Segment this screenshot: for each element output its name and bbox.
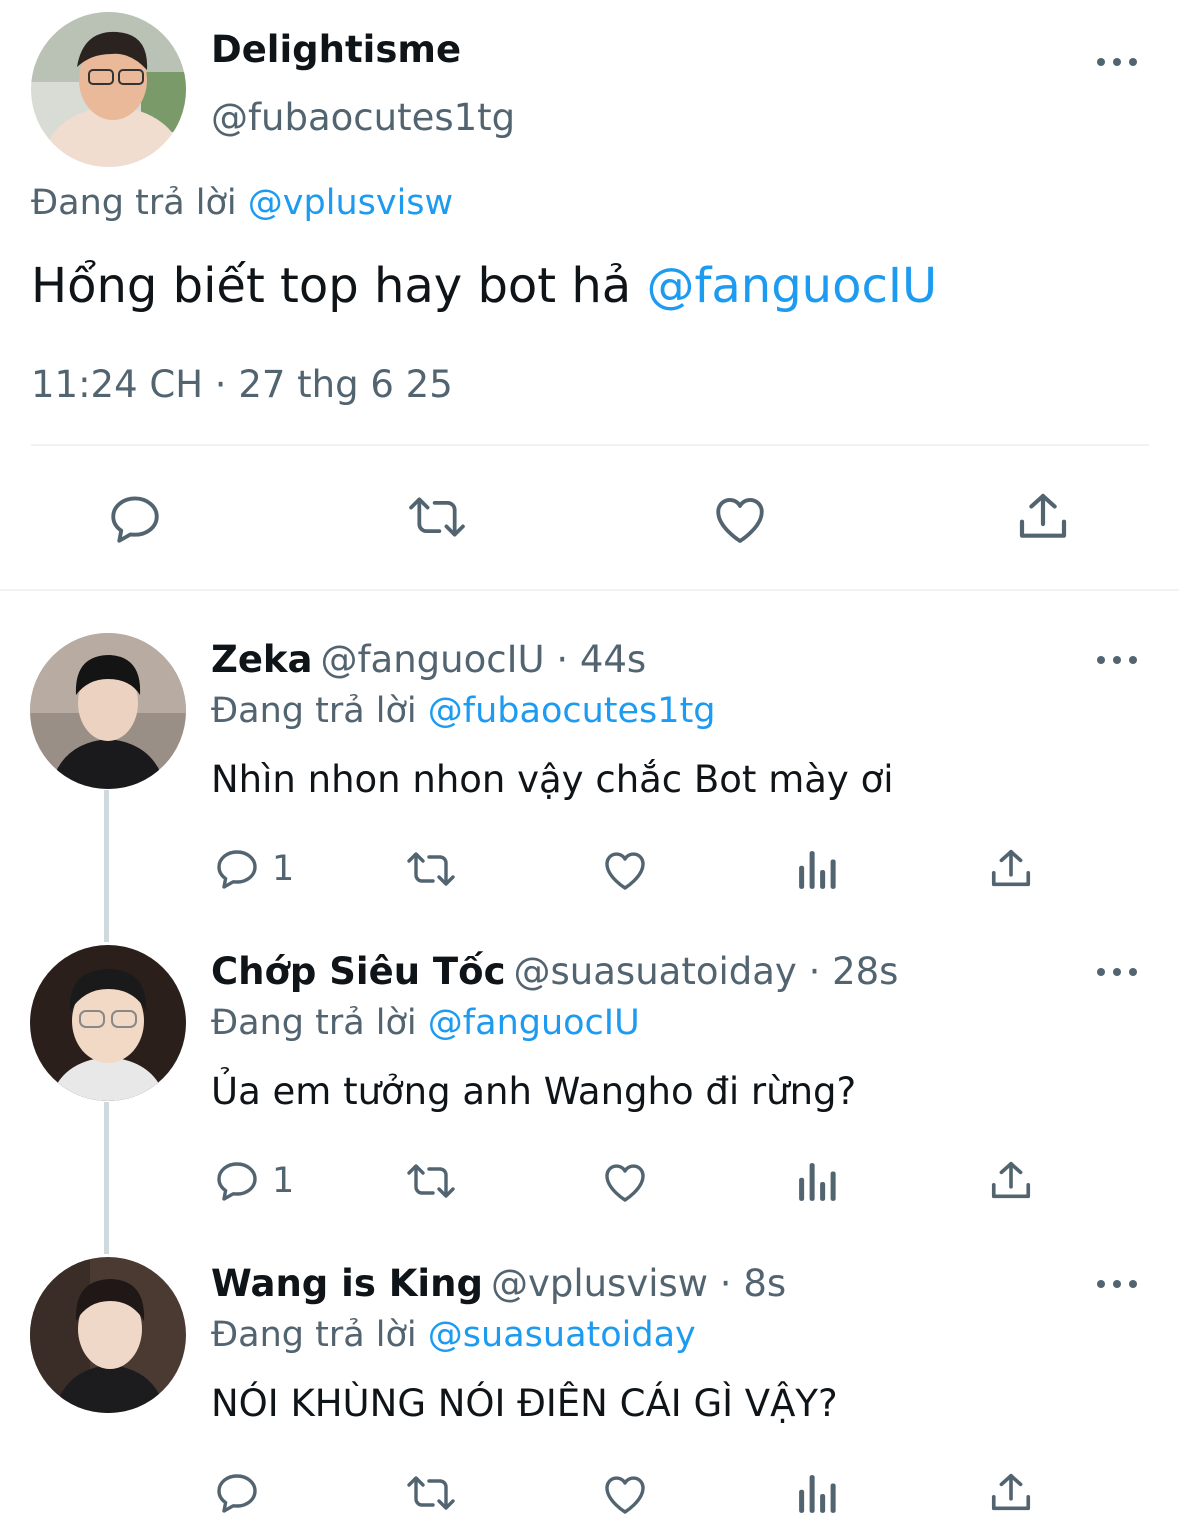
replying-prefix: Đang trả lời: [211, 1315, 417, 1355]
replying-to-link[interactable]: @suasuatoiday: [428, 1315, 696, 1355]
like-icon[interactable]: [601, 1158, 649, 1204]
retweet-icon[interactable]: [403, 1157, 459, 1205]
replying-to: Đang trả lời @fanguocIU: [211, 1003, 640, 1043]
reply-text: NÓI KHÙNG NÓI ĐIÊN CÁI GÌ VẬY?: [211, 1382, 838, 1425]
avatar[interactable]: [30, 633, 186, 789]
replying-prefix: Đang trả lời: [211, 1003, 417, 1043]
avatar[interactable]: [30, 945, 186, 1101]
retweet-icon[interactable]: [403, 1469, 459, 1517]
author-handle-time[interactable]: @vplusvisw · 8s: [491, 1262, 786, 1305]
more-icon[interactable]: [1097, 654, 1137, 666]
retweet-icon[interactable]: [403, 845, 459, 893]
replying-to-link[interactable]: @fanguocIU: [428, 1003, 640, 1043]
replying-to: Đang trả lời @fubaocutes1tg: [211, 691, 716, 731]
avatar[interactable]: [30, 1257, 186, 1413]
replying-to: Đang trả lời @vplusvisw: [31, 183, 453, 223]
replying-prefix: Đang trả lời: [31, 183, 237, 223]
like-icon[interactable]: [711, 490, 769, 546]
reply-icon[interactable]: [213, 845, 261, 893]
avatar[interactable]: [31, 12, 186, 167]
tweet-text-body: Hổng biết top hay bot hả: [31, 258, 632, 314]
retweet-icon[interactable]: [404, 488, 470, 546]
share-icon[interactable]: [988, 1157, 1034, 1205]
share-icon[interactable]: [988, 845, 1034, 893]
reply-text: Ủa em tưởng anh Wangho đi rừng?: [211, 1070, 857, 1113]
more-icon[interactable]: [1097, 1278, 1137, 1290]
replying-prefix: Đang trả lời: [211, 691, 417, 731]
replying-to-link[interactable]: @fubaocutes1tg: [428, 691, 716, 731]
reply-count: 1: [272, 1161, 295, 1201]
mention-link[interactable]: @fanguocIU: [646, 258, 937, 314]
reply-header: Wang is King @vplusvisw · 8s: [211, 1262, 786, 1305]
author-handle-time[interactable]: @fanguocIU · 44s: [321, 638, 647, 681]
reply-icon[interactable]: [106, 490, 164, 548]
more-icon[interactable]: [1097, 966, 1137, 978]
author-handle-time[interactable]: @suasuatoiday · 28s: [514, 950, 899, 993]
author-name[interactable]: Zeka: [211, 638, 313, 681]
replying-to-link[interactable]: @vplusvisw: [248, 183, 453, 223]
like-icon[interactable]: [601, 1470, 649, 1516]
reply-text: Nhìn nhon nhon vậy chắc Bot mày ơi: [211, 758, 894, 801]
views-icon[interactable]: [797, 1161, 839, 1203]
thread-line: [104, 1102, 109, 1254]
replying-to: Đang trả lời @suasuatoiday: [211, 1315, 696, 1355]
more-icon[interactable]: [1097, 56, 1137, 68]
author-handle[interactable]: @fubaocutes1tg: [211, 96, 515, 139]
reply-header: Zeka @fanguocIU · 44s: [211, 638, 646, 681]
share-icon[interactable]: [988, 1469, 1034, 1517]
tweet-text: Hổng biết top hay bot hả @fanguocIU: [31, 258, 937, 314]
share-icon[interactable]: [1015, 488, 1071, 546]
views-icon[interactable]: [797, 849, 839, 891]
views-icon[interactable]: [797, 1473, 839, 1515]
reply-header: Chớp Siêu Tốc @suasuatoiday · 28s: [211, 950, 898, 993]
reply-count: 1: [272, 849, 295, 889]
tweet-timestamp[interactable]: 11:24 CH · 27 thg 6 25: [31, 363, 453, 406]
section-divider: [0, 589, 1179, 591]
like-icon[interactable]: [601, 846, 649, 892]
author-name[interactable]: Chớp Siêu Tốc: [211, 950, 506, 993]
author-name[interactable]: Wang is King: [211, 1262, 483, 1305]
reply-icon[interactable]: [213, 1157, 261, 1205]
reply-icon[interactable]: [213, 1469, 261, 1517]
divider: [31, 444, 1149, 446]
author-name[interactable]: Delightisme: [211, 28, 461, 71]
thread-line: [104, 790, 109, 942]
